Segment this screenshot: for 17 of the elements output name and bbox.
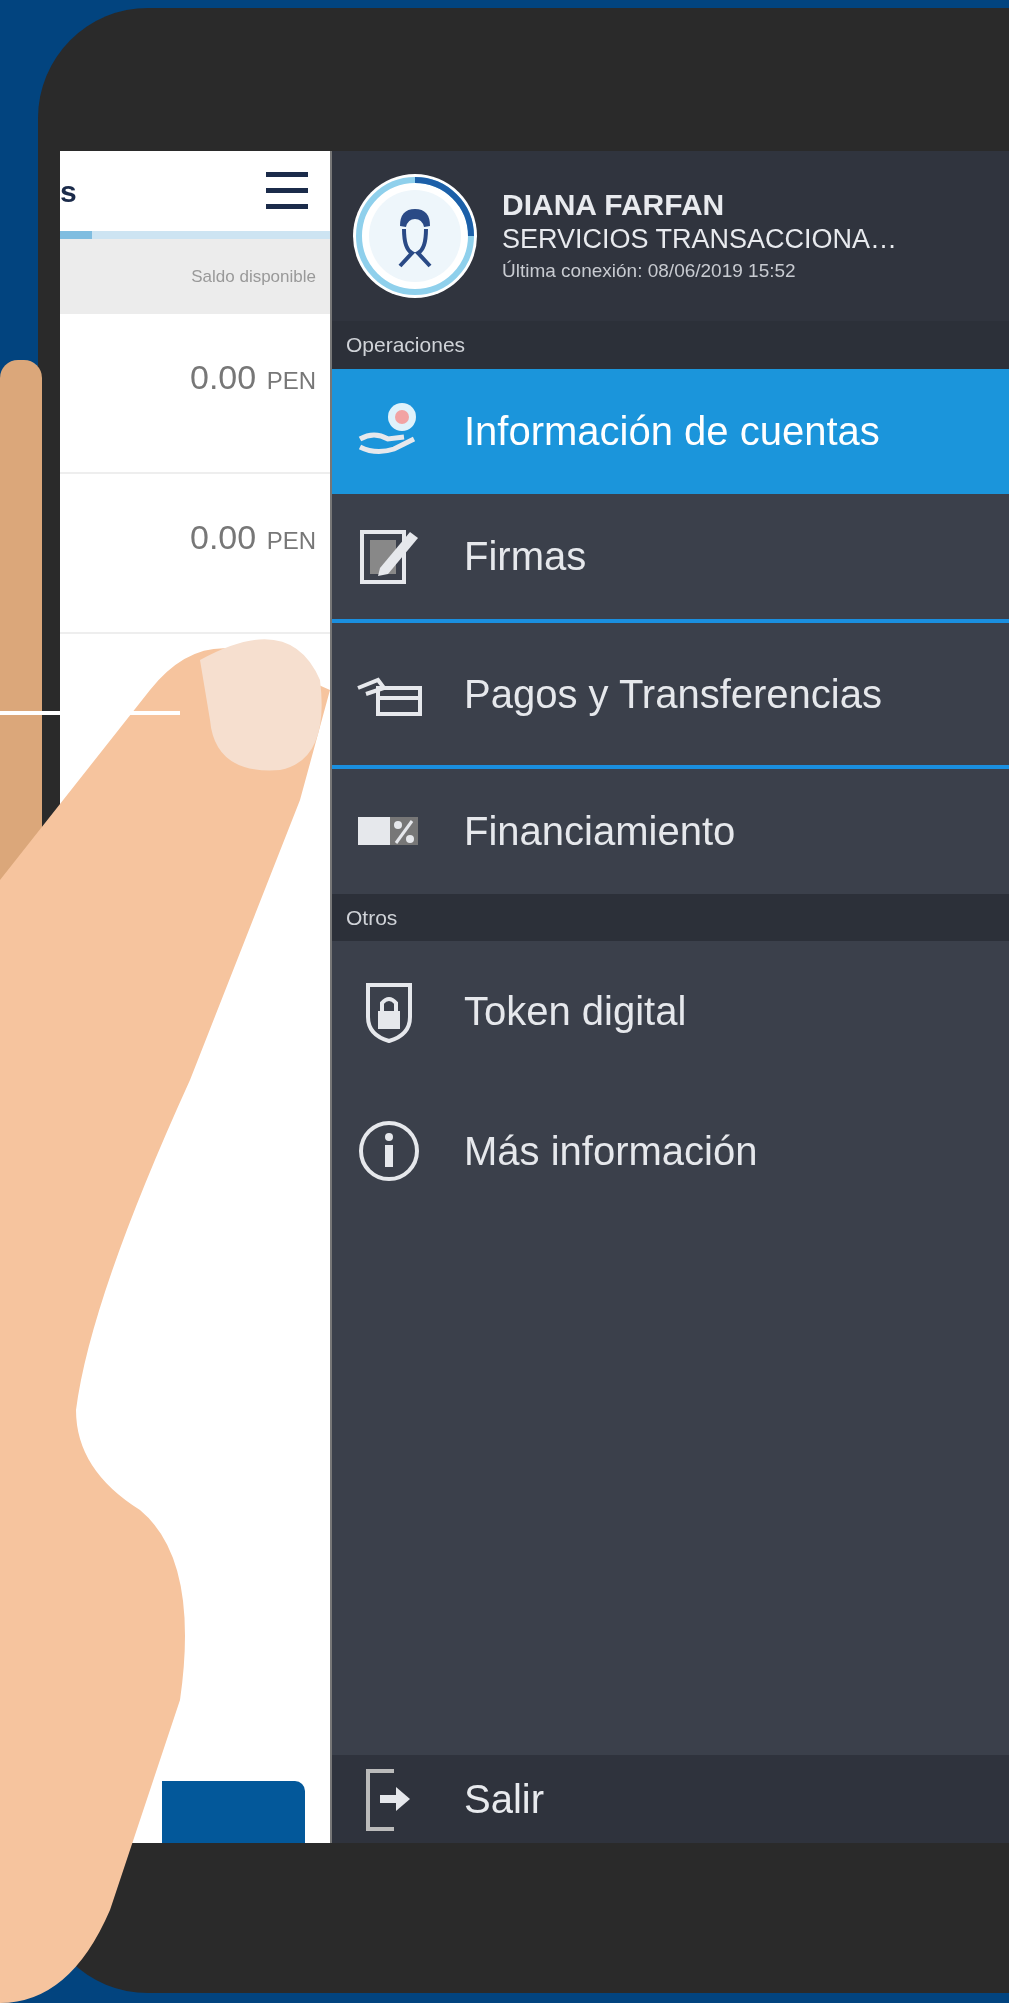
logout-item[interactable]: Salir [332,1755,1009,1843]
balance-amount: 0.00 PEN [190,517,316,558]
avatar-icon [350,171,480,301]
user-role: SERVICIOS TRANSACCIONA… [502,222,898,256]
menu-item[interactable]: Token digital [332,941,1009,1081]
menu-item[interactable]: Pagos y Transferencias [332,618,1009,769]
menu-item[interactable]: Firmas [332,493,1009,619]
menu-item[interactable]: Financiamiento [332,768,1009,894]
section-header: Otros [346,905,398,929]
user-name: DIANA FARFAN [502,186,726,223]
balance-amount: 0.00 PEN [190,357,316,398]
section-header: Operaciones [346,333,466,356]
column-header: Saldo disponible [191,265,316,288]
screen-title: s [60,173,77,210]
menu-icon[interactable] [266,172,308,210]
last-login-text: Última conexión: 08/06/2019 15:52 [502,258,797,283]
menu-item[interactable]: Más información [332,1081,1009,1221]
